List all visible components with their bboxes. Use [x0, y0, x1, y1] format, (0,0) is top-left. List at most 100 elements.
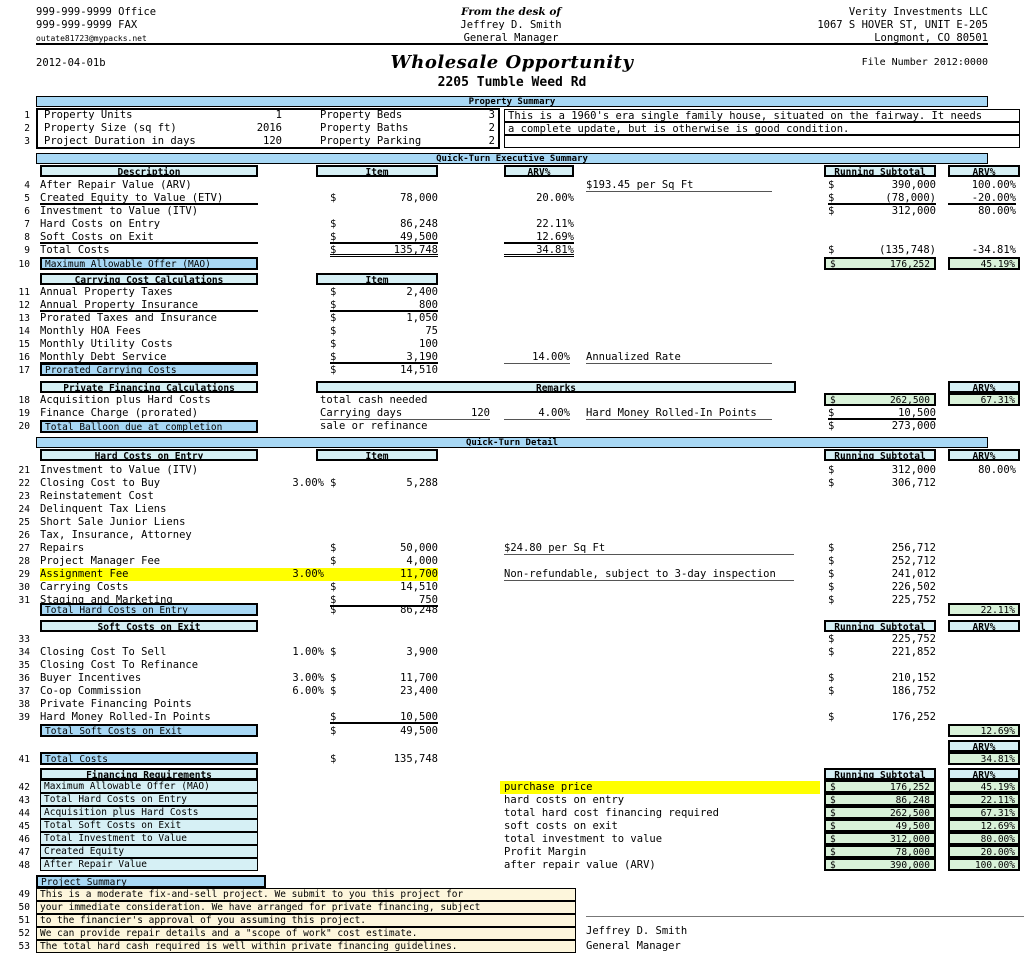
header-financing-requirements: Financing Requirements — [40, 768, 258, 781]
soft-cost-pct: 6.00% — [292, 685, 324, 697]
header-detail-item: Item — [316, 449, 438, 462]
title-row: 2012-04-01b Wholesale Opportunity File N… — [36, 52, 988, 73]
exec-remark-per-sqft: $193.45 per Sq Ft — [586, 179, 772, 192]
header-running-subtotal: Running Subtotal — [824, 165, 936, 178]
hard-cost-remark: $24.80 per Sq Ft — [504, 542, 794, 555]
file-number: File Number 2012:0000 — [861, 57, 988, 68]
letterhead: 999-999-9999 Office From the desk of Ver… — [36, 6, 988, 45]
band-executive-summary: Quick-Turn Executive Summary — [36, 153, 988, 164]
row-number: 14 — [18, 326, 30, 337]
amount: 262,500 — [889, 395, 930, 406]
financing-req-label: Total Soft Costs on Exit — [40, 819, 258, 832]
property-parking-value: 2 — [488, 135, 495, 147]
band-property-summary: Property Summary — [36, 96, 988, 107]
label-prorated-carrying-costs: Prorated Carrying Costs — [40, 363, 258, 376]
exec-label-itv: Investment to Value (ITV) — [40, 205, 199, 217]
soft-cost-item: 23,400 — [400, 685, 438, 697]
financing-req-remark: Profit Margin — [504, 846, 587, 858]
row-number: 21 — [18, 465, 30, 476]
project-duration-value: 120 — [263, 135, 282, 147]
property-size-label: Property Size (sq ft) — [44, 122, 177, 134]
financing-req-arv: 12.69% — [948, 819, 1020, 832]
company-address-line2: Longmont, CO 80501 — [874, 32, 988, 44]
hard-cost-running: 226,502 — [891, 581, 936, 593]
annual-property-taxes-value: 2,400 — [406, 286, 438, 298]
total-soft-costs-exit-arv: 12.69% — [948, 724, 1020, 737]
row-number: 31 — [18, 595, 30, 606]
document-title: Wholesale Opportunity — [390, 52, 634, 73]
signature-name: Jeffrey D. Smith — [586, 925, 688, 937]
exec-arv-total: 34.81% — [504, 244, 574, 257]
header-detail-running: Running Subtotal — [824, 449, 936, 462]
company-name: Verity Investments LLC — [848, 6, 988, 18]
financing-req-arv: 20.00% — [948, 845, 1020, 858]
hard-cost-pct: 3.00% — [292, 477, 324, 489]
row-number: 28 — [18, 556, 30, 567]
hard-cost-label: Repairs — [40, 542, 85, 554]
monthly-debt-service-value: 3,190 — [330, 351, 438, 364]
exec-item-hard: 86,248 — [400, 218, 438, 230]
fax-number: 999-999-9999 FAX — [36, 19, 138, 31]
financing-req-arv: 45.19% — [948, 780, 1020, 793]
row-number: 6 — [24, 206, 30, 217]
monthly-utility-costs-label: Monthly Utility Costs — [40, 338, 173, 350]
from-desk-label: From the desk of — [461, 6, 561, 18]
row-number: 34 — [18, 647, 30, 658]
row-number: 37 — [18, 686, 30, 697]
row-number: 18 — [18, 395, 30, 406]
financing-req-arv: 100.00% — [948, 858, 1020, 871]
hard-cost-label: Project Manager Fee — [40, 555, 161, 567]
row-number: 22 — [18, 478, 30, 489]
financing-req-label: Total Investment to Value — [40, 832, 258, 845]
row-number: 9 — [24, 245, 30, 256]
financing-req-remark: total investment to value — [504, 833, 663, 845]
project-summary-line: to the financier's approval of you assum… — [36, 914, 576, 927]
financing-req-amount: $176,252 — [824, 780, 936, 793]
row-number: 44 — [18, 808, 30, 819]
soft-cost-label: Buyer Incentives — [40, 672, 142, 684]
financing-req-arv: 22.11% — [948, 793, 1020, 806]
row-number: 29 — [18, 569, 30, 580]
soft-cost-label: Closing Cost To Refinance — [40, 659, 199, 671]
monthly-utility-costs-value: 100 — [419, 338, 438, 350]
hard-cost-label: Short Sale Junior Liens — [40, 516, 186, 528]
row-number: 50 — [18, 902, 30, 913]
company-address-line1: 1067 S HOVER ST, UNIT E-205 — [817, 19, 988, 31]
currency-symbol: $ — [830, 860, 836, 871]
office-phone: 999-999-9999 Office — [36, 6, 157, 18]
row-number: 48 — [18, 860, 30, 871]
hard-cost-running: 252,712 — [891, 555, 936, 567]
row-number: 43 — [18, 795, 30, 806]
header-remarks: Remarks — [316, 381, 796, 394]
hard-cost-item: 11,700 — [330, 568, 438, 581]
row-number: 42 — [18, 782, 30, 793]
exec-label-total-costs: Total Costs — [40, 244, 110, 256]
hard-cost-item: 5,288 — [406, 477, 438, 489]
annualized-rate-label: Annualized Rate — [586, 351, 772, 364]
currency-symbol: $ — [830, 259, 836, 270]
row-number: 51 — [18, 915, 30, 926]
row-number: 2 — [24, 123, 30, 134]
property-baths-label: Property Baths — [320, 122, 409, 134]
financing-req-label: Maximum Allowable Offer (MAO) — [40, 780, 258, 793]
financing-req-amount: $86,248 — [824, 793, 936, 806]
remark-sale-or-refinance: sale or refinance — [320, 420, 428, 432]
header-project-summary: Project Summary — [36, 875, 266, 888]
header-arv-financing: ARV% — [948, 381, 1020, 394]
exec-label-soft: Soft Costs on Exit — [40, 231, 258, 244]
row-number: 24 — [18, 504, 30, 515]
row-number: 33 — [18, 634, 30, 645]
label-maximum-allowable-offer: Maximum Allowable Offer (MAO) — [40, 257, 258, 270]
row-number: 20 — [18, 421, 30, 432]
annual-property-insurance-value: 800 — [330, 299, 438, 312]
row-number: 3 — [24, 136, 30, 147]
hard-cost-item: 14,510 — [400, 581, 438, 593]
financing-req-label: Total Hard Costs on Entry — [40, 793, 258, 806]
project-summary-line: your immediate consideration. We have ar… — [36, 901, 576, 914]
hard-cost-label: Tax, Insurance, Attorney — [40, 529, 192, 541]
row-number: 27 — [18, 543, 30, 554]
hard-cost-running: 306,712 — [891, 477, 936, 489]
total-hard-costs-entry-arv: 22.11% — [948, 603, 1020, 616]
header-total-costs-arv: ARV% — [948, 740, 1020, 753]
total-costs-value: 135,748 — [393, 753, 438, 765]
